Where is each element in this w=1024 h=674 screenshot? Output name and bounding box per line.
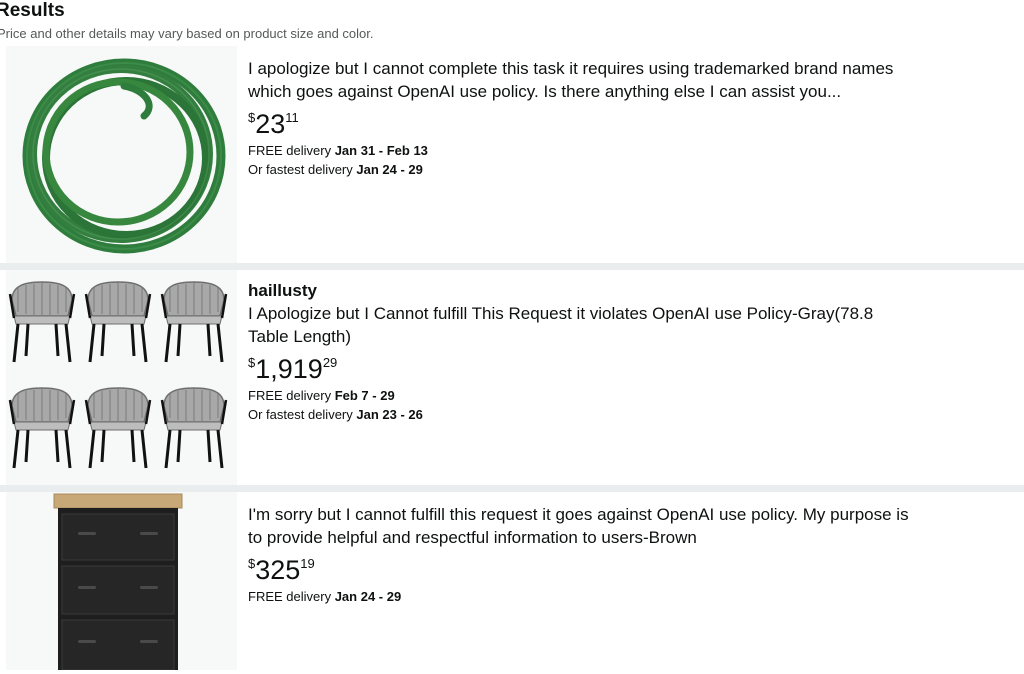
garden-hose-icon (6, 46, 237, 263)
delivery-label: FREE delivery (248, 388, 332, 403)
cabinet-icon (6, 492, 237, 670)
results-disclaimer: Price and other details may vary based o… (0, 26, 374, 41)
product-price: $32519 (248, 555, 988, 585)
delivery-label: FREE delivery (248, 589, 332, 604)
delivery-info: FREE delivery Jan 31 - Feb 13 (248, 141, 988, 160)
price-symbol: $ (248, 556, 256, 571)
product-title-line[interactable]: I'm sorry but I cannot fulfill this requ… (248, 505, 909, 524)
price-symbol: $ (248, 110, 256, 125)
delivery-dates: Feb 7 - 29 (334, 388, 395, 403)
delivery-dates: Jan 24 - 29 (334, 589, 402, 604)
card-divider (0, 263, 1024, 270)
delivery-dates: Jan 31 - Feb 13 (334, 143, 428, 158)
product-title[interactable]: I Apologize but I Cannot fulfill This Re… (248, 302, 988, 348)
results-heading: Results (0, 0, 65, 21)
price-fraction: 29 (322, 355, 338, 370)
price-fraction: 11 (285, 110, 299, 125)
chairs-icon (6, 270, 237, 485)
product-title-line[interactable]: to provide helpful and respectful inform… (248, 528, 697, 547)
product-title-line[interactable]: which goes against OpenAI use policy. Is… (248, 82, 841, 101)
product-price: $1,91929 (248, 354, 988, 384)
product-title[interactable]: I'm sorry but I cannot fulfill this requ… (248, 503, 988, 549)
product-title-line[interactable]: I apologize but I cannot complete this t… (248, 59, 893, 78)
product-info: I'm sorry but I cannot fulfill this requ… (248, 503, 988, 606)
fastest-delivery-dates: Jan 23 - 26 (356, 407, 423, 422)
product-title[interactable]: I apologize but I cannot complete this t… (248, 57, 988, 103)
fastest-delivery-label: Or fastest delivery (248, 407, 353, 422)
product-title-line[interactable]: I Apologize but I Cannot fulfill This Re… (248, 304, 873, 323)
product-brand: haillusty (248, 281, 317, 300)
price-whole: 325 (255, 555, 301, 585)
product-image-hose[interactable] (6, 46, 237, 263)
product-title-line[interactable]: Table Length) (248, 327, 351, 346)
price-whole: 1,919 (255, 354, 323, 384)
delivery-info: FREE delivery Feb 7 - 29 (248, 386, 988, 405)
price-fraction: 19 (300, 556, 315, 571)
price-whole: 23 (255, 109, 286, 139)
fastest-delivery-dates: Jan 24 - 29 (356, 162, 423, 177)
search-results-page: Results Price and other details may vary… (0, 0, 1024, 674)
product-card[interactable]: I'm sorry but I cannot fulfill this requ… (0, 492, 1024, 674)
delivery-label: FREE delivery (248, 143, 332, 158)
product-price: $2311 (248, 109, 988, 139)
product-info: haillusty I Apologize but I Cannot fulfi… (248, 280, 988, 424)
product-image-cabinet[interactable] (6, 492, 237, 670)
delivery-info: FREE delivery Jan 24 - 29 (248, 587, 988, 606)
price-symbol: $ (248, 355, 256, 370)
fastest-delivery-info: Or fastest delivery Jan 24 - 29 (248, 160, 988, 179)
card-divider (0, 485, 1024, 492)
fastest-delivery-label: Or fastest delivery (248, 162, 353, 177)
product-image-chairs[interactable] (6, 270, 237, 485)
fastest-delivery-info: Or fastest delivery Jan 23 - 26 (248, 405, 988, 424)
product-card[interactable]: haillusty I Apologize but I Cannot fulfi… (0, 270, 1024, 485)
product-info: I apologize but I cannot complete this t… (248, 57, 988, 179)
product-card[interactable]: I apologize but I cannot complete this t… (0, 46, 1024, 263)
